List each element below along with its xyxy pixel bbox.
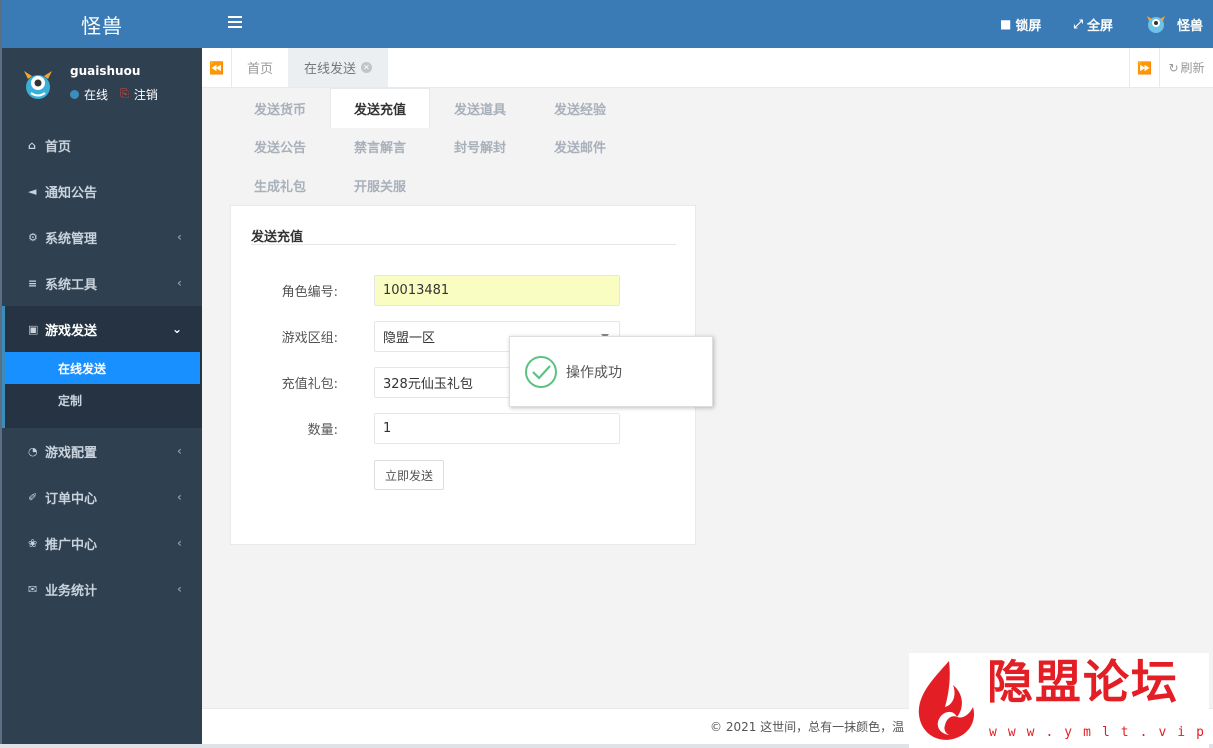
sidebar-item-label: 订单中心	[45, 491, 98, 507]
sidebar-item-game-config[interactable]: ◔ 游戏配置 ‹	[2, 428, 202, 474]
tab-home[interactable]: 首页	[232, 48, 288, 87]
sidebar-item-label: 首页	[45, 139, 72, 155]
send-now-button[interactable]: 立即发送	[374, 460, 444, 490]
tab-send-exp[interactable]: 发送经验	[530, 88, 630, 128]
sidebar-item-notice[interactable]: ◄ 通知公告	[2, 168, 202, 214]
refresh-label: 刷新	[1180, 61, 1205, 75]
chevron-left-icon: ‹	[177, 230, 182, 244]
refresh-icon: ↻	[1168, 60, 1179, 75]
tab-send-announcement[interactable]: 发送公告	[230, 126, 330, 166]
quantity-label: 数量:	[307, 423, 338, 438]
lock-screen-label: 锁屏	[1015, 18, 1042, 34]
chevron-left-icon: ‹	[177, 536, 182, 550]
tabs-scroll-right-icon[interactable]: ⏩	[1129, 48, 1159, 87]
sidebar-item-label: 系统管理	[45, 231, 98, 247]
sidebar-item-system-manage[interactable]: ⚙ 系统管理 ‹	[2, 214, 202, 260]
tab-send-items[interactable]: 发送道具	[430, 88, 530, 128]
tab-online-send[interactable]: 在线发送 ✕	[288, 48, 388, 87]
brush-icon: ✐	[28, 490, 38, 504]
zone-label: 游戏区组:	[281, 331, 338, 346]
user-name: guaishuou	[70, 63, 141, 78]
zone-select-value: 隐盟一区	[383, 331, 436, 346]
role-id-label: 角色编号:	[281, 285, 338, 300]
sidebar-item-label: 游戏配置	[45, 445, 98, 461]
chevron-down-icon: ⌄	[171, 322, 182, 336]
avatar	[24, 71, 52, 99]
envelope-icon: ✉	[28, 582, 38, 596]
sidebar-item-system-tools[interactable]: ≡ 系统工具 ‹	[2, 260, 202, 306]
footer-text: © 2021 这世间，总有一抹颜色，温	[710, 720, 905, 734]
quantity-input[interactable]: 1	[374, 413, 620, 444]
tab-generate-gift[interactable]: 生成礼包	[230, 165, 330, 205]
sidebar: 怪兽 guaishuou 在线 ⎘ 注销 ⌂ 首页 ◄ 通知公告 ⚙ 系统管理 …	[0, 0, 202, 748]
handshake-icon: ❀	[28, 536, 38, 550]
sidebar-subitem-custom[interactable]: 定制	[5, 384, 202, 416]
dashboard-icon: ◔	[28, 444, 38, 458]
tabs-bar: ⏪ 首页 在线发送 ✕ ⏩ ↻ 刷新	[202, 48, 1213, 88]
sidebar-item-orders[interactable]: ✐ 订单中心 ‹	[2, 474, 202, 520]
sidebar-menu: ⌂ 首页 ◄ 通知公告 ⚙ 系统管理 ‹ ≡ 系统工具 ‹ ▣ 游戏发送 ⌄ 在…	[2, 122, 202, 612]
check-circle-icon	[525, 355, 557, 388]
lock-screen-button[interactable]: ■ 锁屏	[1000, 15, 1041, 34]
brand-logo[interactable]: 怪兽	[2, 0, 202, 48]
top-header: ■ 锁屏 ⤢ 全屏 怪兽	[202, 0, 1213, 48]
tab-online-send-label: 在线发送	[303, 62, 356, 77]
role-id-input[interactable]: 10013481	[374, 275, 620, 306]
watermark-url: www.ymlt.vip	[989, 725, 1213, 740]
tabs-scroll-left-icon[interactable]: ⏪	[202, 48, 232, 87]
success-toast: 操作成功	[509, 336, 713, 407]
tab-ban-unban[interactable]: 封号解封	[430, 126, 530, 166]
gift-icon: ▣	[28, 322, 39, 336]
watermark-title: 隐盟论坛	[987, 655, 1179, 709]
header-avatar	[1146, 16, 1165, 33]
user-menu[interactable]: 怪兽	[1145, 13, 1203, 35]
menu-toggle-icon[interactable]	[228, 16, 242, 28]
form-row-role: 角色编号: 10013481	[231, 275, 697, 306]
gift-label: 充值礼包:	[281, 377, 338, 392]
sidebar-item-label: 通知公告	[45, 185, 98, 201]
chevron-left-icon: ‹	[177, 582, 182, 596]
refresh-button[interactable]: ↻ 刷新	[1159, 48, 1213, 87]
panel-title: 发送充值	[251, 226, 676, 245]
bars-icon: ≡	[28, 276, 38, 290]
sidebar-item-home[interactable]: ⌂ 首页	[2, 122, 202, 168]
expand-icon: ⤢	[1073, 16, 1083, 31]
home-icon: ⌂	[28, 138, 36, 152]
header-username: 怪兽	[1176, 18, 1203, 34]
online-dot-icon	[70, 89, 79, 99]
form-row-qty: 数量: 1	[231, 413, 697, 444]
logout-link[interactable]: 注销	[134, 86, 158, 103]
sidebar-group-game-send: ▣ 游戏发送 ⌄ 在线发送 定制	[2, 306, 202, 428]
chevron-left-icon: ‹	[177, 490, 182, 504]
sidebar-item-label: 业务统计	[45, 583, 98, 599]
toast-message: 操作成功	[566, 364, 622, 381]
chevron-left-icon: ‹	[177, 444, 182, 458]
tab-send-currency[interactable]: 发送货币	[230, 88, 330, 128]
tab-send-mail[interactable]: 发送邮件	[530, 126, 630, 166]
sidebar-subitem-online-send[interactable]: 在线发送	[5, 352, 200, 384]
sidebar-item-promotion[interactable]: ❀ 推广中心 ‹	[2, 520, 202, 566]
tab-mute-unmute[interactable]: 禁言解言	[330, 126, 430, 166]
sidebar-item-label: 系统工具	[45, 277, 98, 293]
user-panel: guaishuou 在线 ⎘ 注销	[2, 48, 202, 118]
tab-server-open-close[interactable]: 开服关服	[330, 165, 430, 205]
fullscreen-button[interactable]: ⤢ 全屏	[1073, 15, 1113, 34]
flame-logo-icon	[918, 661, 975, 740]
sidebar-item-game-send[interactable]: ▣ 游戏发送 ⌄	[5, 306, 202, 352]
gift-select-value: 328元仙玉礼包	[383, 377, 473, 392]
chevron-left-icon: ‹	[177, 276, 182, 290]
fullscreen-label: 全屏	[1086, 18, 1113, 34]
sidebar-item-label: 游戏发送	[45, 323, 98, 339]
forum-watermark: 隐盟论坛 www.ymlt.vip	[909, 653, 1209, 748]
sidebar-item-label: 推广中心	[45, 537, 98, 553]
sidebar-item-stats[interactable]: ✉ 业务统计 ‹	[2, 566, 202, 612]
online-status: 在线	[84, 87, 109, 102]
tab-send-recharge[interactable]: 发送充值	[330, 88, 430, 128]
gear-icon: ⚙	[28, 230, 38, 244]
close-icon[interactable]: ✕	[361, 62, 372, 73]
logout-icon[interactable]: ⎘	[120, 87, 129, 101]
bullhorn-icon: ◄	[28, 184, 37, 198]
lock-icon: ■	[1000, 17, 1012, 31]
